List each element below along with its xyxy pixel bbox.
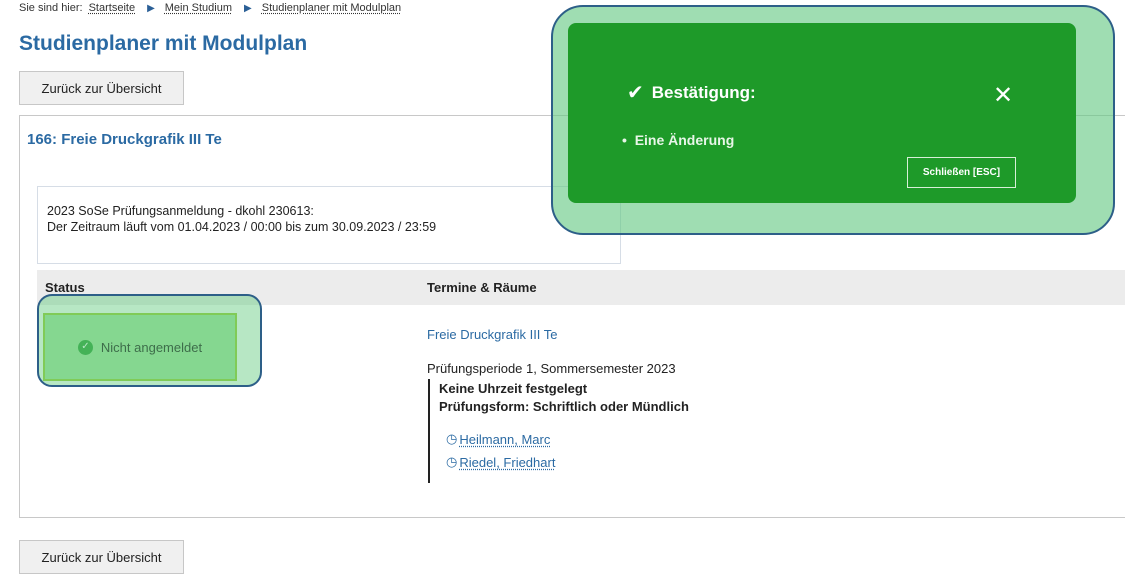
toast-title: ✔ Bestätigung: (627, 80, 756, 105)
chevron-right-icon: ▶ (244, 2, 252, 14)
examiner-link[interactable]: Heilmann, Marc (459, 432, 550, 447)
chevron-right-icon: ▶ (147, 2, 155, 14)
registration-period-title: 2023 SoSe Prüfungsanmeldung - dkohl 2306… (47, 204, 314, 218)
status-highlight-overlay (37, 294, 262, 387)
module-title: 166: Freie Druckgrafik III Te (27, 131, 222, 148)
page-title: Studienplaner mit Modulplan (19, 32, 308, 55)
toast-title-text: Bestätigung: (651, 82, 756, 102)
breadcrumb-link-my-studies[interactable]: Mein Studium (165, 2, 232, 14)
examiner-item[interactable]: ◷ Riedel, Friedhart (446, 454, 555, 470)
column-header-appointments: Termine & Räume (427, 280, 537, 295)
breadcrumb-link-planner[interactable]: Studienplaner mit Modulplan (262, 2, 401, 14)
detail-divider (428, 379, 430, 483)
exam-period: Prüfungsperiode 1, Sommersemester 2023 (427, 361, 676, 376)
column-header-status: Status (45, 280, 85, 295)
toast-message: • Eine Änderung (622, 132, 734, 148)
course-link[interactable]: Freie Druckgrafik III Te (427, 327, 558, 342)
exam-form: Prüfungsform: Schriftlich oder Mündlich (439, 399, 689, 414)
back-to-overview-button-bottom[interactable]: Zurück zur Übersicht (19, 540, 184, 574)
bullet-icon: • (622, 132, 627, 148)
clock-icon: ◷ (446, 431, 458, 446)
breadcrumb-prefix: Sie sind hier: (19, 2, 83, 14)
examiner-item[interactable]: ◷ Heilmann, Marc (446, 431, 550, 447)
registration-period-range: Der Zeitraum läuft vom 01.04.2023 / 00:0… (47, 220, 437, 234)
back-to-overview-button[interactable]: Zurück zur Übersicht (19, 71, 184, 105)
exam-time: Keine Uhrzeit festgelegt (439, 381, 588, 396)
breadcrumb-link-home[interactable]: Startseite (89, 2, 135, 14)
toast-close-button[interactable]: Schließen [ESC] (907, 157, 1016, 188)
toast-message-text: Eine Änderung (634, 132, 735, 148)
checkmark-icon: ✔ (627, 82, 644, 104)
clock-icon: ◷ (446, 454, 458, 469)
close-icon[interactable]: ✕ (990, 82, 1016, 109)
examiner-link[interactable]: Riedel, Friedhart (459, 455, 555, 470)
breadcrumb: Sie sind hier: Startseite ▶ Mein Studium… (19, 0, 401, 16)
